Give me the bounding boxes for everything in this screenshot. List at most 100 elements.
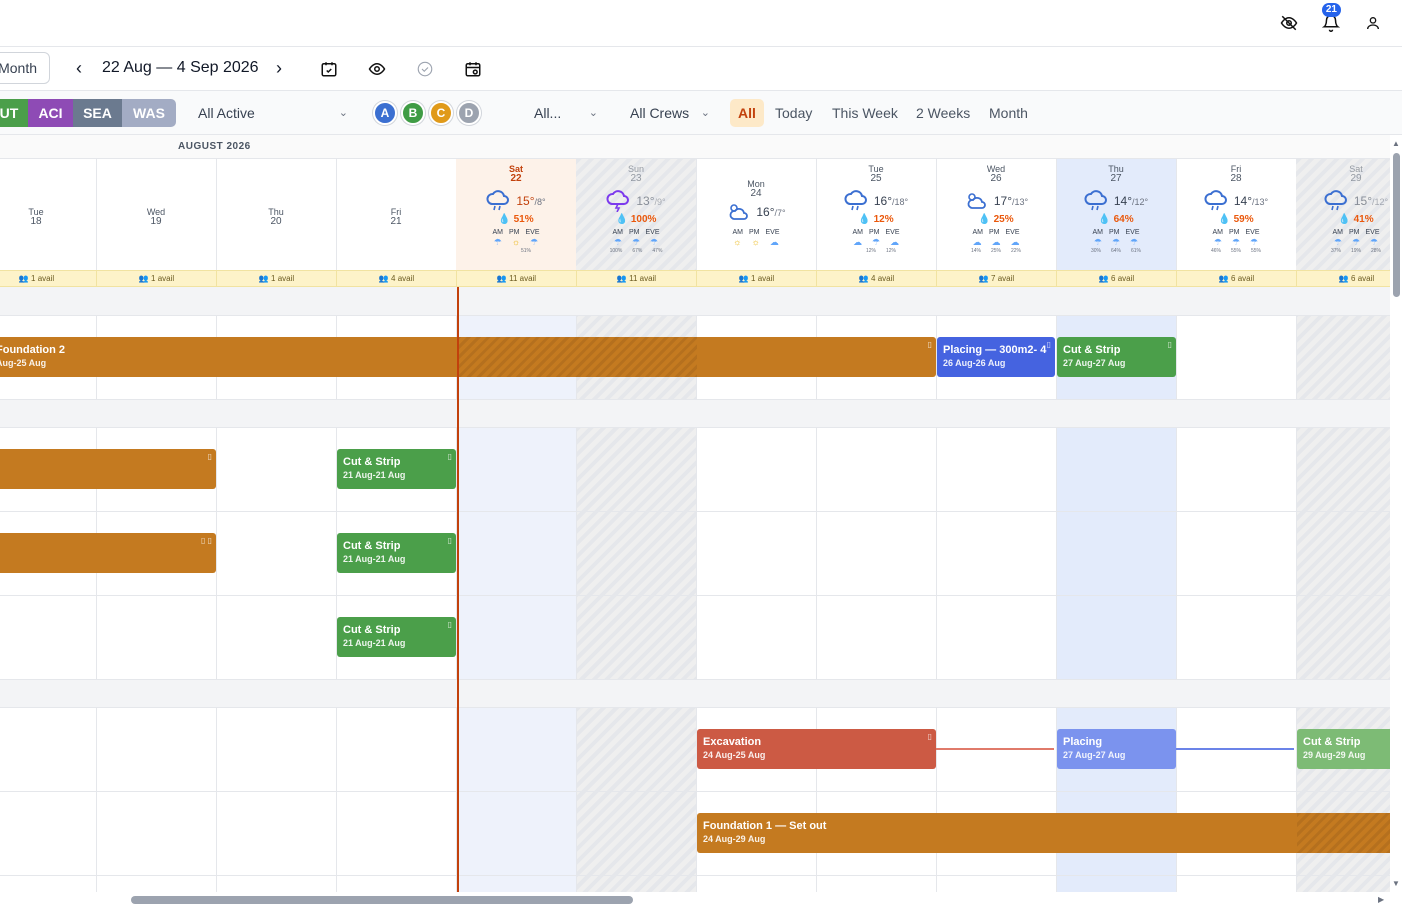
row-divider [0,315,1390,316]
partly-cloudy-icon: ☁ [769,237,779,247]
avail-count[interactable]: 👥 4 avail [336,271,456,286]
weather-slot-icons: ☁ ☂ ☁ [816,237,936,248]
prev-range-button[interactable]: ‹ [76,59,82,77]
document-icon: ▯ [927,340,932,349]
day-of-week: Tue [28,207,44,217]
view-select-button[interactable]: Month [0,52,50,84]
crew-circle-c[interactable]: C [429,101,453,125]
task-dates: 26 Aug-26 Aug [943,358,1006,368]
task-title: Excavation [703,736,762,748]
notification-badge: 21 [1321,3,1341,17]
avail-count[interactable]: 👥 6 avail [1296,271,1390,286]
scroll-up-icon[interactable]: ▲ [1392,139,1400,148]
avail-count[interactable]: 👥 7 avail [936,271,1056,286]
calendar-check-icon[interactable] [320,60,338,78]
rain-cloud-icon: ☂ [1213,237,1222,247]
horizontal-scrollbar[interactable]: ▶ [0,892,1390,907]
temperature: 17°/13° [993,194,1029,208]
task-bar[interactable]: Cut & Strip 27 Aug-27 Aug ▯ [1057,337,1176,377]
weather-slot-icons: ☂ ☂ ☂ [576,237,696,248]
eye-off-icon[interactable] [1276,10,1302,36]
task-dates: 29 Aug-29 Aug [1303,750,1366,760]
row-divider [0,791,1390,792]
range-this-week-button[interactable]: This Week [824,99,906,127]
day-number: 22 [510,173,522,184]
crew-circle-d[interactable]: D [457,101,481,125]
task-bar[interactable]: Cut & Strip 21 Aug-21 Aug ▯ [337,617,456,657]
task-dates: 24 Aug-25 Aug [703,750,766,760]
vertical-scroll-thumb[interactable] [1393,153,1400,297]
task-bar[interactable]: ▯ ▯ [0,533,216,573]
bell-icon[interactable]: 21 [1318,3,1344,36]
avail-count[interactable]: 👥 4 avail [816,271,936,286]
status-select-value: All Active [198,105,255,121]
range-month-button[interactable]: Month [981,99,1036,127]
temperature: 16°/18° [873,194,909,208]
crew-circle-b[interactable]: B [401,101,425,125]
task-bar[interactable]: Foundation 1 — Set out 24 Aug-29 Aug [697,813,1390,853]
range-2-weeks-button[interactable]: 2 Weeks [908,99,978,127]
eye-icon[interactable] [368,60,386,78]
avail-count[interactable]: 👥 11 avail [576,271,696,286]
day-number: 24 [750,188,762,199]
partly-cloudy-icon: ☁ [991,237,1001,247]
scroll-right-icon[interactable]: ▶ [1378,895,1384,904]
crew-circle-a[interactable]: A [373,101,397,125]
vertical-scrollbar[interactable]: ▲ ▼ [1390,135,1402,892]
task-title: Foundation 1 — Set out [703,820,827,832]
task-dates: 24 Aug-29 Aug [703,834,766,844]
avail-count[interactable]: 👥 1 avail [0,271,96,286]
sun-icon: ☼ [733,237,742,247]
availability-row: 👥 1 avail 👥 1 avail 👥 1 avail 👥 4 avail … [0,270,1390,287]
scroll-down-icon[interactable]: ▼ [1392,879,1400,888]
temperature: 15°/12° [1353,194,1389,208]
avail-count[interactable]: 👥 6 avail [1056,271,1176,286]
next-range-button[interactable]: › [276,59,282,77]
day-number: 23 [630,173,642,184]
temperature: 16°/7° [756,205,786,219]
crew-filter-was[interactable]: WAS [122,99,176,127]
check-circle-icon[interactable] [416,60,434,78]
avail-count[interactable]: 👥 6 avail [1176,271,1296,286]
task-bar[interactable]: Excavation 24 Aug-25 Aug ▯ [697,729,936,769]
task-bar[interactable]: Cut & Strip 21 Aug-21 Aug ▯ [337,533,456,573]
range-all-button[interactable]: All [730,99,764,127]
task-bar[interactable]: Cut & Strip 21 Aug-21 Aug ▯ [337,449,456,489]
crew-filter-ut[interactable]: UT [0,99,28,127]
crews-select-value: All Crews [630,105,690,121]
task-bar[interactable]: Cut & Strip 29 Aug-29 Aug [1297,729,1390,769]
type-select[interactable]: All... ⌄ [522,97,606,129]
avail-count[interactable]: 👥 11 avail [456,271,576,286]
chevron-down-icon: ⌄ [700,107,710,119]
crews-select[interactable]: All Crews ⌄ [618,97,718,129]
day-header-weather: Wed 26 17°/13° 💧 25% AM PM EVE ☁ ☁ ☁ 14% 25% 2… [936,159,1056,270]
calendar-search-icon[interactable] [464,60,482,78]
partly-cloudy-icon: ☁ [972,237,982,247]
rain-cloud-icon: ☂ [530,237,539,247]
crew-filter-aci[interactable]: ACI [28,99,73,127]
month-header: AUGUST 2026 [0,135,1390,159]
status-select[interactable]: All Active ⌄ [186,97,356,129]
task-bar[interactable]: Foundation 2 Aug-25 Aug ▯ [0,337,936,377]
partly-cloudy-icon [967,193,986,209]
document-icon: ▯ [1167,340,1172,349]
horizontal-scroll-thumb[interactable] [131,896,633,904]
row-divider [0,875,1390,876]
crew-filter-sea[interactable]: SEA [73,99,122,127]
document-icon: ▯ [927,732,932,741]
avail-count[interactable]: 👥 1 avail [696,271,816,286]
weather-slot-icons: ☂ ☂ ☂ [1176,237,1296,248]
range-today-button[interactable]: Today [767,99,820,127]
row-divider [0,595,1390,596]
task-dates: 27 Aug-27 Aug [1063,750,1126,760]
day-number: 29 [1350,173,1362,184]
today-marker [457,287,459,892]
task-bar[interactable]: Placing 27 Aug-27 Aug [1057,729,1176,769]
day-header: Fri 21 [336,159,456,270]
avail-count[interactable]: 👥 1 avail [96,271,216,286]
temperature: 14°/12° [1113,194,1149,208]
task-bar[interactable]: ▯ [0,449,216,489]
user-icon[interactable] [1360,10,1386,36]
task-bar[interactable]: Placing — 300m2- 4 26 Aug-26 Aug ▯ [937,337,1055,377]
avail-count[interactable]: 👥 1 avail [216,271,336,286]
